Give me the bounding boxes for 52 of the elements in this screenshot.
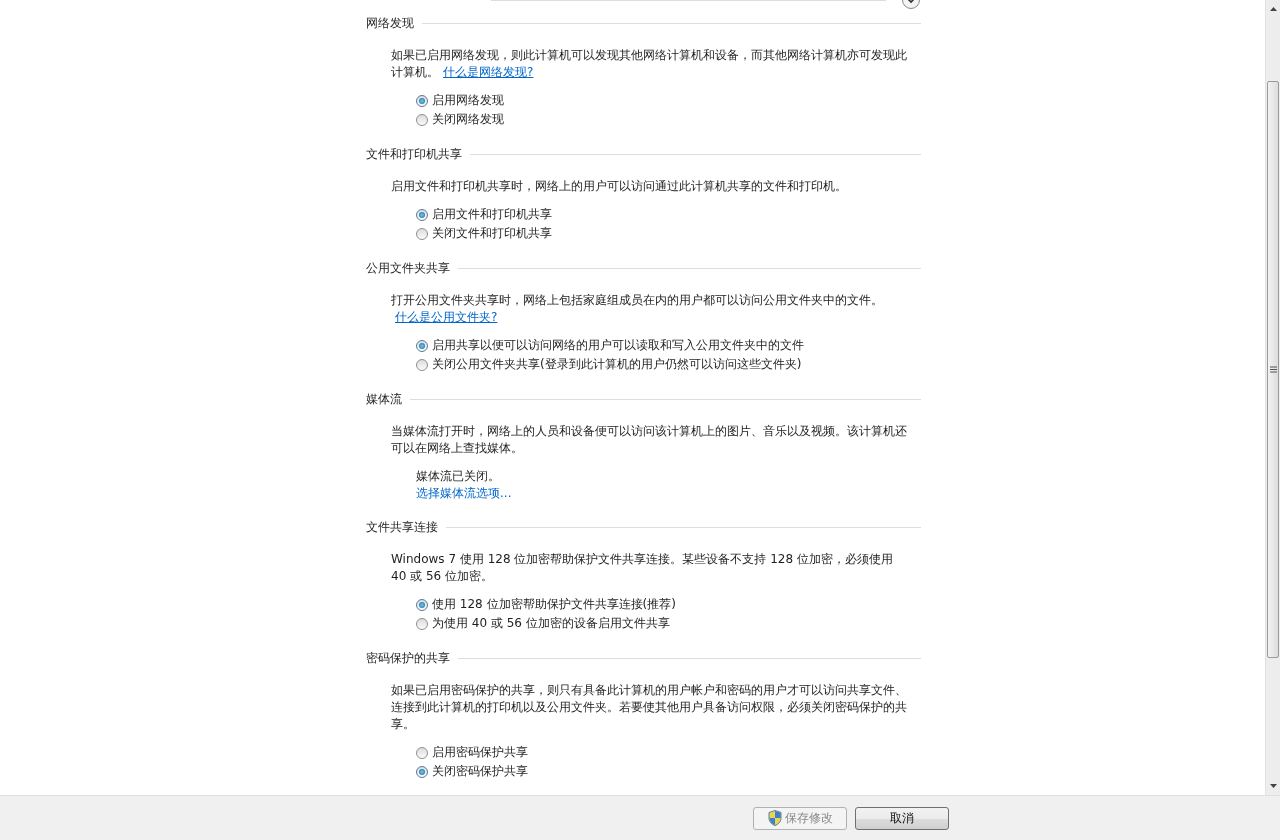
section-heading: 密码保护的共享 — [366, 649, 451, 667]
radio-button[interactable] — [416, 208, 428, 221]
radio-option[interactable]: 关闭网络发现 — [416, 110, 921, 129]
section-heading: 媒体流 — [366, 390, 403, 408]
scroll-thumb[interactable] — [1267, 81, 1279, 658]
radio-button[interactable] — [416, 598, 428, 611]
radio-label: 使用 128 位加密帮助保护文件共享连接(推荐) — [432, 596, 676, 613]
section-heading: 网络发现 — [366, 14, 415, 32]
radio-label: 关闭网络发现 — [432, 111, 504, 128]
radio-option[interactable]: 启用共享以便可以访问网络的用户可以读取和写入公用文件夹中的文件 — [416, 336, 921, 355]
section-description: 当媒体流打开时，网络上的人员和设备便可以访问该计算机上的图片、音乐以及视频。该计算机还可以在网络上查找媒体。 — [391, 423, 908, 457]
radio-label: 为使用 40 或 56 位加密的设备启用文件共享 — [432, 615, 670, 632]
section-heading: 公用文件夹共享 — [366, 259, 451, 277]
radio-option[interactable]: 使用 128 位加密帮助保护文件共享连接(推荐) — [416, 595, 921, 614]
vertical-scrollbar[interactable] — [1265, 0, 1280, 795]
section-description: 打开公用文件夹共享时，网络上包括家庭组成员在内的用户都可以访问公用文件夹中的文件。 什么是公用文件夹? — [391, 292, 884, 326]
cancel-button[interactable]: 取消 — [855, 806, 949, 830]
section-description: Windows 7 使用 128 位加密帮助保护文件共享连接。某些设备不支持 128 位加密，必须使用 40 或 56 位加密。 — [391, 551, 894, 585]
radio-label: 启用文件和打印机共享 — [432, 206, 552, 223]
scroll-up-icon[interactable] — [1269, 7, 1277, 11]
status-text: 媒体流已关闭。 — [416, 468, 501, 485]
collapse-chevron-icon[interactable] — [901, 0, 921, 10]
radio-option[interactable]: 启用网络发现 — [416, 91, 921, 110]
help-link[interactable]: 什么是网络发现? — [443, 65, 534, 79]
section-description: 启用文件和打印机共享时，网络上的用户可以访问通过此计算机共享的文件和打印机。 — [391, 178, 848, 195]
radio-option[interactable]: 启用密码保护共享 — [416, 743, 921, 762]
radio-label: 关闭公用文件夹共享(登录到此计算机的用户仍然可以访问这些文件夹) — [432, 356, 802, 373]
radio-label: 启用共享以便可以访问网络的用户可以读取和写入公用文件夹中的文件 — [432, 337, 804, 354]
radio-button[interactable] — [416, 617, 428, 630]
options-link[interactable]: 选择媒体流选项... — [416, 485, 512, 502]
section-description: 如果已启用网络发现，则此计算机可以发现其他网络计算机和设备，而其他网络计算机亦可发现此计算机。 什么是网络发现? — [391, 47, 908, 81]
radio-option[interactable]: 关闭文件和打印机共享 — [416, 224, 921, 243]
section-description: 如果已启用密码保护的共享，则只有具备此计算机的用户帐户和密码的用户才可以访问共享文件、连接到此计算机的打印机以及公用文件夹。若要使其他用户具备访问权限，必须关闭密码保护的共享。 — [391, 682, 908, 733]
scroll-down-icon[interactable] — [1269, 784, 1277, 788]
radio-button[interactable] — [416, 746, 428, 759]
radio-button[interactable] — [416, 339, 428, 352]
radio-option[interactable]: 关闭公用文件夹共享(登录到此计算机的用户仍然可以访问这些文件夹) — [416, 355, 921, 374]
radio-label: 关闭密码保护共享 — [432, 763, 528, 780]
help-link[interactable]: 什么是公用文件夹? — [395, 310, 498, 324]
radio-option[interactable]: 启用文件和打印机共享 — [416, 205, 921, 224]
radio-button[interactable] — [416, 765, 428, 778]
radio-button[interactable] — [416, 113, 428, 126]
section-heading: 文件和打印机共享 — [366, 145, 463, 163]
radio-button[interactable] — [416, 94, 428, 107]
radio-label: 关闭文件和打印机共享 — [432, 225, 552, 242]
section-heading: 文件共享连接 — [366, 518, 439, 536]
radio-option[interactable]: 关闭密码保护共享 — [416, 762, 921, 781]
radio-button[interactable] — [416, 358, 428, 371]
radio-option[interactable]: 为使用 40 或 56 位加密的设备启用文件共享 — [416, 614, 921, 633]
radio-label: 启用网络发现 — [432, 92, 504, 109]
radio-label: 启用密码保护共享 — [432, 744, 528, 761]
radio-button[interactable] — [416, 227, 428, 240]
